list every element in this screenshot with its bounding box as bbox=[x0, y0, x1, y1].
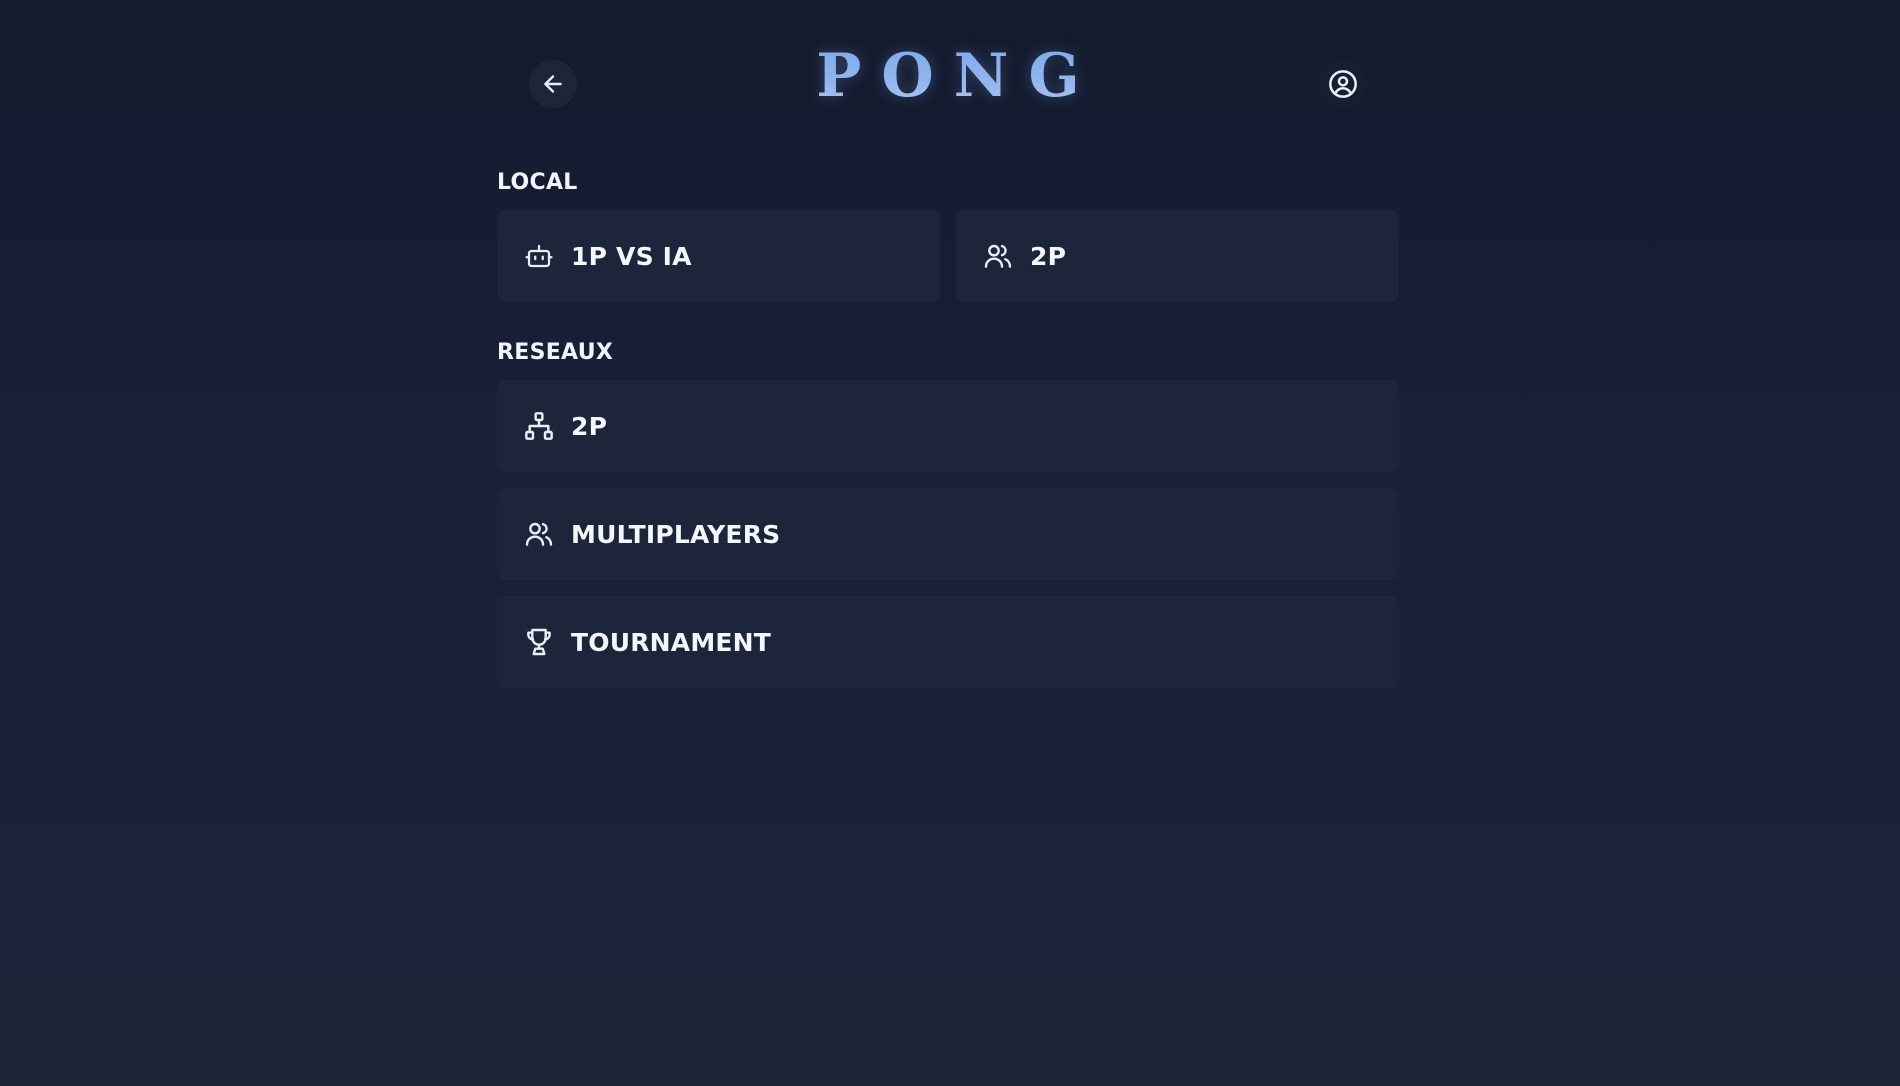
mode-multiplayers-button[interactable]: MULTIPLAYERS bbox=[497, 488, 1399, 580]
mode-label: 2P bbox=[571, 411, 608, 441]
robot-icon bbox=[523, 240, 555, 272]
user-circle-icon bbox=[1329, 70, 1357, 98]
mode-label: 1P VS IA bbox=[571, 241, 692, 271]
mode-label: 2P bbox=[1030, 241, 1067, 271]
local-modes: 1P VS IA 2P bbox=[497, 210, 1399, 302]
users-icon bbox=[523, 518, 555, 550]
pong-menu: PONG LOCAL 1P VS IA 2P RESEAUX 2P MULTIP… bbox=[497, 0, 1399, 704]
mode-label: TOURNAMENT bbox=[571, 627, 772, 657]
section-label-reseaux: RESEAUX bbox=[497, 340, 614, 365]
mode-label: MULTIPLAYERS bbox=[571, 519, 781, 549]
page-title: PONG bbox=[497, 38, 1399, 114]
mode-1p-vs-ia-button[interactable]: 1P VS IA bbox=[497, 210, 940, 302]
trophy-icon bbox=[523, 626, 555, 658]
profile-button[interactable] bbox=[1319, 60, 1367, 108]
section-label-local: LOCAL bbox=[497, 170, 578, 195]
network-icon bbox=[523, 410, 555, 442]
header: PONG bbox=[497, 0, 1399, 150]
mode-tournament-button[interactable]: TOURNAMENT bbox=[497, 596, 1399, 688]
users-icon bbox=[982, 240, 1014, 272]
mode-network-2p-button[interactable]: 2P bbox=[497, 380, 1399, 472]
mode-local-2p-button[interactable]: 2P bbox=[956, 210, 1399, 302]
network-modes: 2P MULTIPLAYERS TOURNAMENT bbox=[497, 380, 1399, 688]
